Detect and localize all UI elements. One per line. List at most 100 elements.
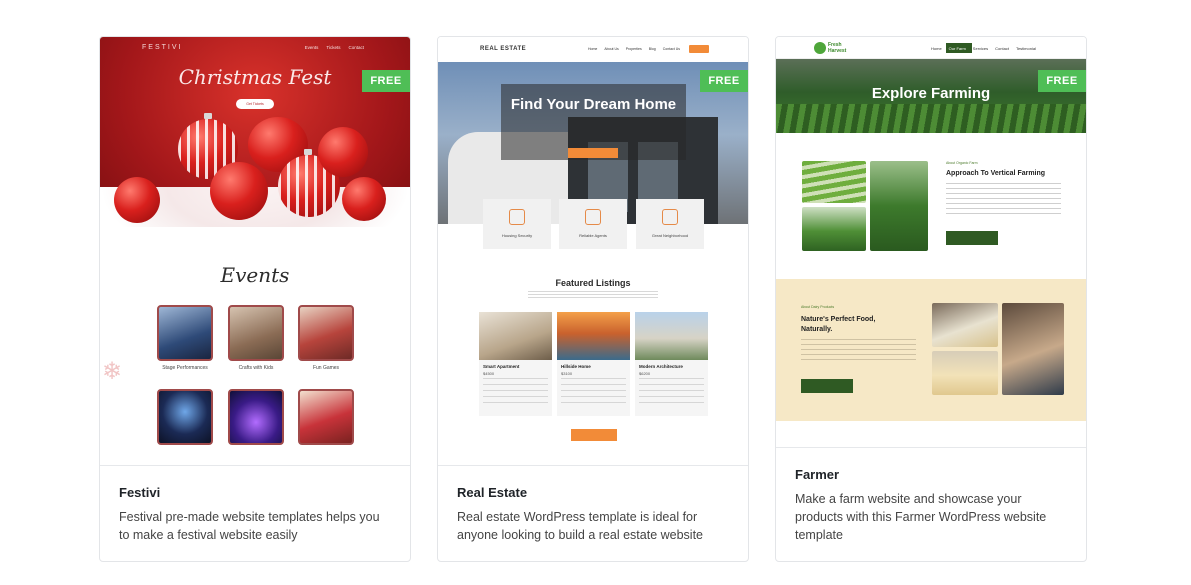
realestate-hero-button [568, 148, 618, 158]
dairy-photo [932, 303, 998, 347]
ornament-image [318, 127, 368, 177]
nav-item: Our Farm [948, 46, 966, 51]
listing-price: $3100 [561, 371, 573, 376]
ornament-cap [304, 149, 312, 155]
farm-photo [802, 207, 866, 251]
section-text-lines [946, 183, 1061, 215]
agent-icon [585, 209, 601, 225]
listing-name: Hillside Home [561, 364, 591, 369]
snowflake-icon: ❄ [102, 358, 123, 385]
listing-text-lines [483, 378, 548, 406]
nav-item: Blog [648, 47, 656, 51]
event-thumbnail [228, 389, 284, 445]
dairy-photo [932, 351, 998, 395]
listing-name: Modern Architecture [639, 364, 683, 369]
shield-icon [509, 209, 525, 225]
feature-box: Housing Security [483, 199, 551, 249]
event-thumbnail [157, 305, 213, 361]
nav-item: Contact [995, 46, 1009, 51]
event-thumbnail [157, 389, 213, 445]
view-more-button [571, 429, 617, 441]
feature-label: Housing Security [501, 233, 533, 238]
farmer-logo: Fresh Harvest [828, 42, 847, 54]
festivi-hero-button: Get Tickets [236, 99, 274, 109]
listing-card: Hillside Home $3100 [557, 312, 630, 416]
feature-box: Great Neighborhood [636, 199, 704, 249]
listing-price: $4500 [483, 371, 495, 376]
nav-item: Home [931, 46, 942, 51]
realestate-nav-links: Home About Us Properties Blog Contact Us [588, 47, 680, 51]
farmer-nav-links: Home Our Farm Services Contact Testimoni… [931, 46, 1036, 51]
template-card-farmer[interactable]: Fresh Harvest Home Our Farm Services Con… [775, 36, 1087, 562]
nav-item: Contact Us [662, 47, 681, 51]
event-label: Stage Performances [162, 365, 208, 371]
feature-label: Great Neighborhood [651, 233, 689, 238]
realestate-logo: REAL ESTATE [480, 46, 527, 52]
event-thumbnail [228, 305, 284, 361]
farmer-nav: Fresh Harvest Home Our Farm Services Con… [776, 37, 1086, 59]
template-preview-image[interactable]: FESTIVI Events Tickets Contact Christmas… [100, 37, 410, 465]
card-description: Real estate WordPress template is ideal … [457, 510, 703, 542]
listing-text-lines [561, 378, 626, 406]
realestate-nav-cta [689, 45, 709, 53]
nav-item: Services [972, 46, 989, 51]
nav-item: Testimonial [1015, 46, 1036, 51]
realestate-hero-title: Find Your Dream Home [510, 96, 677, 113]
listing-photo [557, 312, 630, 360]
feature-label: Reliable Agents [579, 233, 607, 238]
farm-photo [870, 161, 928, 251]
template-preview-image[interactable]: REAL ESTATE Home About Us Properties Blo… [438, 37, 748, 465]
section-subtitle-lines [528, 291, 658, 299]
listing-text-lines [639, 378, 704, 406]
nav-item: Tickets [326, 45, 341, 50]
house-icon [662, 209, 678, 225]
farm-photo [802, 161, 866, 203]
listing-photo [635, 312, 708, 360]
feature-box: Reliable Agents [559, 199, 627, 249]
template-card-real-estate[interactable]: REAL ESTATE Home About Us Properties Blo… [437, 36, 749, 562]
featured-listings-title: Featured Listings [555, 278, 631, 288]
template-preview-image[interactable]: Fresh Harvest Home Our Farm Services Con… [776, 37, 1086, 447]
festivi-events-title: Events [220, 263, 290, 287]
listing-photo [479, 312, 552, 360]
nav-item: Events [304, 45, 319, 50]
ornament-cap [204, 113, 212, 119]
free-badge: FREE [1038, 70, 1086, 92]
nav-item: Properties [625, 47, 642, 51]
section-text-lines [801, 339, 916, 361]
discover-more-button [946, 231, 998, 245]
card-divider [438, 465, 748, 466]
nav-item: Home [588, 47, 598, 51]
event-label: Fun Games [312, 365, 340, 371]
card-info: Farmer Make a farm website and showcase … [795, 467, 1068, 544]
ornament-image [342, 177, 386, 221]
free-badge: FREE [700, 70, 748, 92]
realestate-nav: REAL ESTATE Home About Us Properties Blo… [438, 37, 748, 62]
section-kicker: About Organic Farm [946, 161, 978, 165]
festivi-nav: Events Tickets Contact [305, 45, 364, 50]
card-title[interactable]: Festivi [119, 485, 392, 500]
dairy-photo [1002, 303, 1064, 395]
festivi-logo: FESTIVI [142, 44, 183, 51]
card-description: Make a farm website and showcase your pr… [795, 492, 1047, 542]
leaf-icon [814, 42, 826, 54]
event-thumbnail [298, 389, 354, 445]
ornament-image [210, 162, 268, 220]
card-title[interactable]: Real Estate [457, 485, 730, 500]
nav-item: About Us [604, 47, 619, 51]
listing-card: Modern Architecture $6200 [635, 312, 708, 416]
card-title[interactable]: Farmer [795, 467, 1068, 482]
nav-item: Contact [348, 45, 364, 50]
section-heading: Approach To Vertical Farming [946, 170, 1046, 177]
card-divider [776, 447, 1086, 448]
discover-more-button [801, 379, 853, 393]
card-description: Festival pre-made website templates help… [119, 510, 380, 542]
free-badge: FREE [362, 70, 410, 92]
greenhouse-rows [776, 104, 1086, 133]
template-card-festivi[interactable]: FESTIVI Events Tickets Contact Christmas… [99, 36, 411, 562]
listing-card: Smart Apartment $4500 [479, 312, 552, 416]
card-info: Festivi Festival pre-made website templa… [119, 485, 392, 544]
card-info: Real Estate Real estate WordPress templa… [457, 485, 730, 544]
section-heading: Nature's Perfect Food, Naturally. [801, 316, 876, 333]
card-divider [100, 465, 410, 466]
